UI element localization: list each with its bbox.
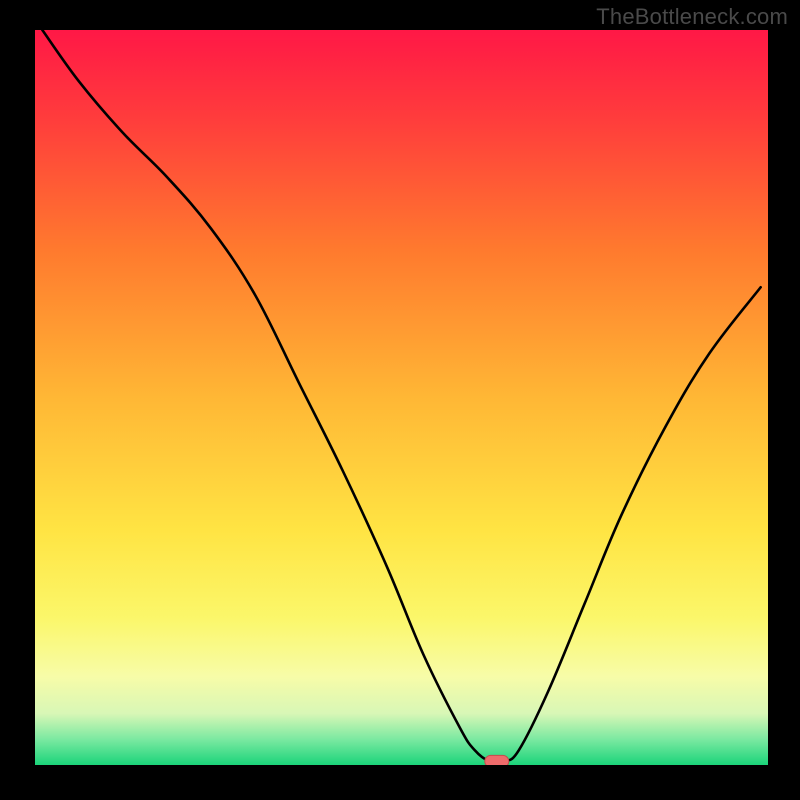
plot-area — [35, 30, 768, 765]
chart-frame: TheBottleneck.com — [0, 0, 800, 800]
watermark-label: TheBottleneck.com — [596, 4, 788, 30]
optimal-point-marker — [485, 755, 509, 765]
gradient-background — [35, 30, 768, 765]
bottleneck-curve-chart — [35, 30, 768, 765]
